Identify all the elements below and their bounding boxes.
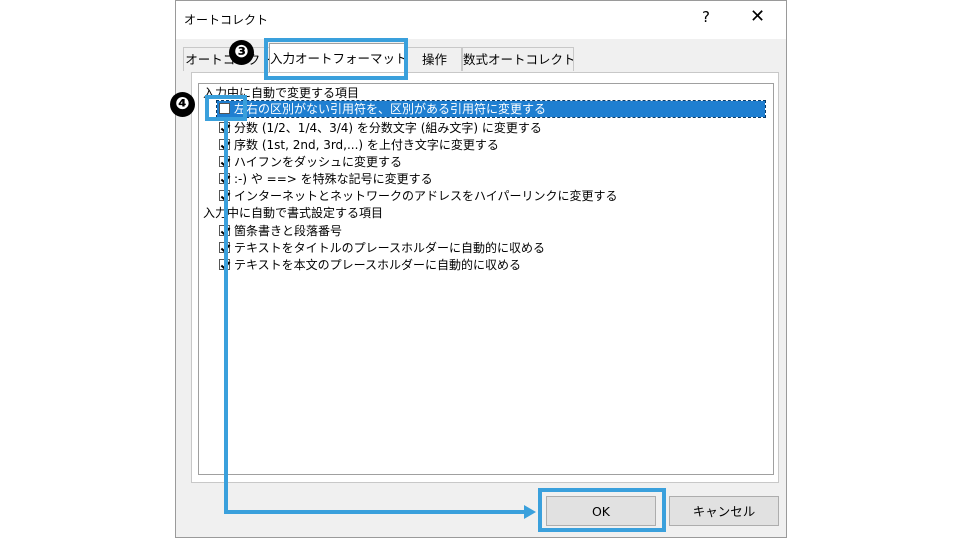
- title-bar: オートコレクト ? ✕: [176, 1, 786, 39]
- list-item-label: :-) や ==> を特殊な記号に変更する: [234, 172, 433, 186]
- help-button[interactable]: ?: [702, 8, 710, 26]
- list-item-label: 分数 (1/2、1/4、3/4) を分数文字 (組み文字) に変更する: [234, 121, 542, 135]
- guide-arrowhead: [524, 505, 536, 519]
- dialog-title: オートコレクト: [184, 13, 269, 27]
- step-4-badge: ❹: [170, 92, 195, 117]
- tab-math-autocorrect[interactable]: 数式オートコレクト: [462, 47, 574, 71]
- step-3-badge: ❸: [229, 40, 254, 65]
- list-item-label: テキストを本文のプレースホルダーに自動的に収める: [234, 258, 522, 272]
- list-item-label: テキストをタイトルのプレースホルダーに自動的に収める: [234, 241, 546, 255]
- ok-highlight-box: [538, 488, 666, 532]
- tab-panel: 入力中に自動で変更する項目 左右の区別がない引用符を、区別がある引用符に変更する…: [191, 72, 779, 483]
- group-label-format: 入力中に自動で書式設定する項目: [203, 206, 384, 220]
- list-item-label: 箇条書きと段落番号: [234, 224, 343, 238]
- tab-actions[interactable]: 操作: [407, 47, 462, 71]
- guide-line-vertical: [224, 121, 228, 514]
- list-item-label: ハイフンをダッシュに変更する: [234, 155, 403, 169]
- list-item-label: 序数 (1st, 2nd, 3rd,...) を上付き文字に変更する: [234, 138, 499, 152]
- list-item-label: インターネットとネットワークのアドレスをハイパーリンクに変更する: [234, 189, 618, 203]
- cancel-button[interactable]: キャンセル: [669, 496, 779, 526]
- list-item[interactable]: 左右の区別がない引用符を、区別がある引用符に変更する: [216, 100, 766, 118]
- autocorrect-dialog: オートコレクト ? ✕ オートコレクト 入力オートフォーマット 操作 数式オート…: [175, 0, 787, 538]
- tab-highlight-box: [264, 38, 408, 80]
- close-button[interactable]: ✕: [750, 6, 765, 27]
- options-listbox[interactable]: 入力中に自動で変更する項目 左右の区別がない引用符を、区別がある引用符に変更する…: [198, 83, 774, 475]
- list-item-label: 左右の区別がない引用符を、区別がある引用符に変更する: [234, 102, 547, 116]
- guide-line-horizontal: [224, 510, 526, 514]
- checkbox-highlight-box: [205, 95, 247, 121]
